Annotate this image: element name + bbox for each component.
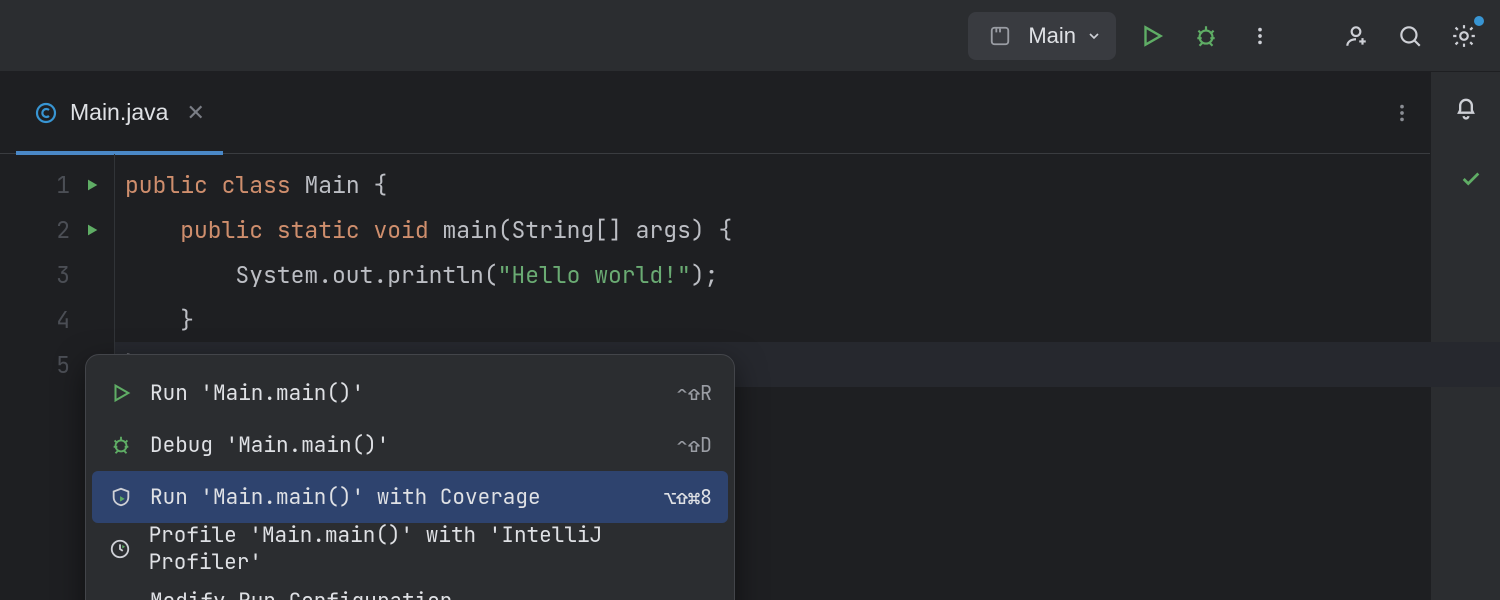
ctx-label: Run 'Main.main()' with Coverage: [150, 484, 541, 511]
ctx-run[interactable]: Run 'Main.main()' ⌃⇧R: [86, 367, 734, 419]
run-config-label: Main: [1028, 23, 1076, 49]
ctx-label: Profile 'Main.main()' with 'IntelliJ Pro…: [149, 522, 696, 576]
tab-filename: Main.java: [70, 99, 168, 126]
shield-icon: [108, 486, 134, 508]
gutter-line[interactable]: 4: [0, 297, 114, 342]
ctx-label: Debug 'Main.main()': [150, 432, 389, 459]
gutter-line[interactable]: 2: [0, 207, 114, 252]
application-icon: [982, 18, 1018, 54]
inspection-ok-icon[interactable]: [1460, 168, 1482, 190]
ctx-label: Run 'Main.main()': [150, 380, 364, 407]
ctx-debug[interactable]: Debug 'Main.main()' ⌃⇧D: [86, 419, 734, 471]
ctx-run-coverage[interactable]: Run 'Main.main()' with Coverage ⌥⇧⌘8: [92, 471, 728, 523]
bug-icon: [108, 434, 134, 456]
tab-close-icon[interactable]: ✕: [186, 100, 204, 126]
notifications-icon[interactable]: [1448, 90, 1484, 126]
editor-area: 1 2 3 4 5 public class Main { public: [0, 154, 1500, 600]
code-with-me-icon[interactable]: [1338, 18, 1374, 54]
code-line: public static void main (String[] args) …: [115, 207, 1500, 252]
ctx-shortcut: ⌥⇧⌘8: [664, 484, 712, 510]
run-config-selector[interactable]: Main: [968, 12, 1116, 60]
debug-button[interactable]: [1188, 18, 1224, 54]
search-icon[interactable]: [1392, 18, 1428, 54]
settings-icon[interactable]: [1446, 18, 1482, 54]
ctx-modify-config[interactable]: Modify Run Configuration…: [86, 575, 734, 600]
gutter-line[interactable]: 3: [0, 252, 114, 297]
ctx-shortcut: ⌃⇧D: [676, 432, 712, 458]
chevron-down-icon: [1086, 28, 1102, 44]
class-file-icon: [34, 101, 58, 125]
editor-more-icon[interactable]: [1384, 95, 1420, 131]
clock-icon: [108, 538, 133, 560]
run-gutter-icon[interactable]: [84, 177, 100, 193]
top-toolbar: Main: [0, 0, 1500, 72]
ctx-profile[interactable]: Profile 'Main.main()' with 'IntelliJ Pro…: [86, 523, 734, 575]
run-context-menu: Run 'Main.main()' ⌃⇧R Debug 'Main.main()…: [85, 354, 735, 600]
code-line: }: [115, 297, 1500, 342]
ctx-label: Modify Run Configuration…: [150, 588, 465, 600]
ctx-shortcut: ⌃⇧R: [676, 380, 712, 406]
tab-main-java[interactable]: Main.java ✕: [16, 72, 223, 154]
gutter-line[interactable]: 1: [0, 162, 114, 207]
code-line: System.out.println( "Hello world!" );: [115, 252, 1500, 297]
run-button[interactable]: [1134, 18, 1170, 54]
run-gutter-icon[interactable]: [84, 222, 100, 238]
more-actions-icon[interactable]: [1242, 18, 1278, 54]
editor-tabs: Main.java ✕: [0, 72, 1500, 154]
play-icon: [108, 382, 134, 404]
code-line: public class Main {: [115, 162, 1500, 207]
